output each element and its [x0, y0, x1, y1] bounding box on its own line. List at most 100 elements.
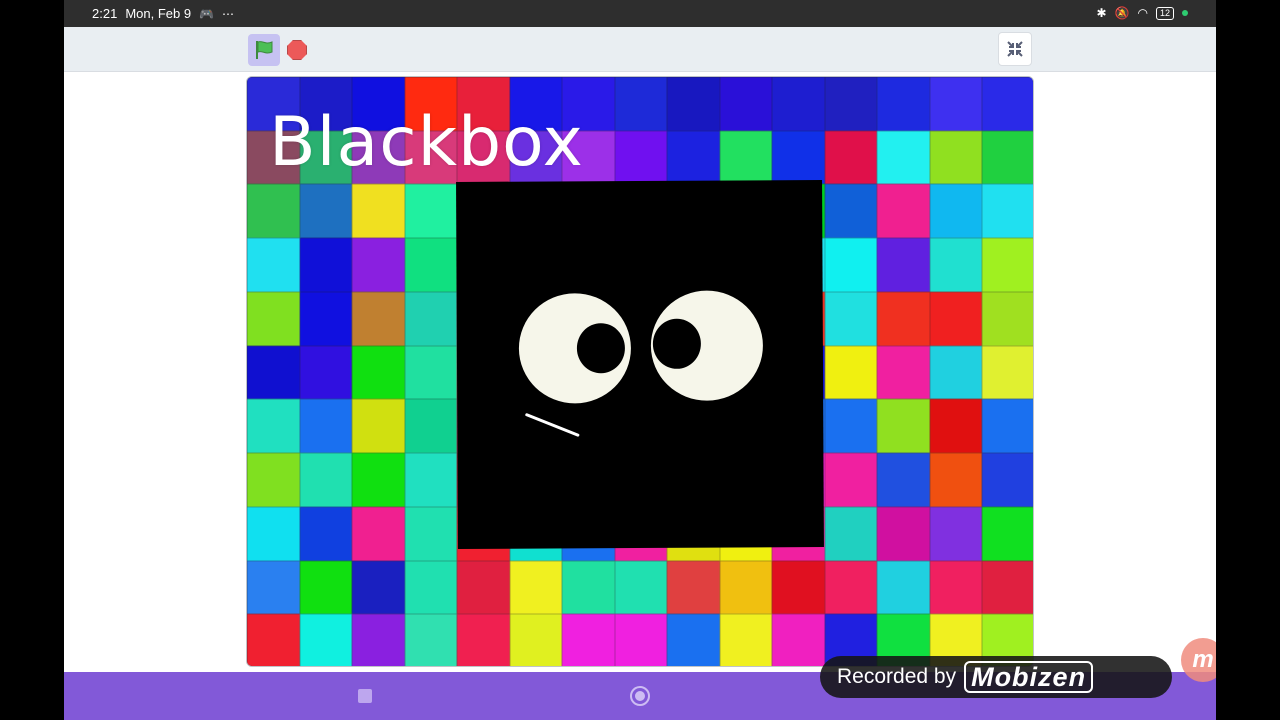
- mosaic-tile: [247, 399, 300, 454]
- mosaic-tile: [247, 453, 300, 507]
- mosaic-tile: [457, 614, 510, 666]
- mosaic-tile: [404, 345, 458, 400]
- mosaic-tile: [719, 560, 773, 615]
- mosaic-tile: [299, 453, 353, 507]
- mosaic-tile: [719, 130, 773, 185]
- mosaic-tile: [614, 560, 668, 615]
- mosaic-tile: [299, 184, 353, 239]
- mosaic-tile: [824, 130, 878, 185]
- mosaic-tile: [929, 399, 983, 454]
- mosaic-tile: [509, 560, 563, 615]
- mosaic-tile: [877, 184, 930, 239]
- mosaic-tile: [929, 291, 983, 346]
- mosaic-tile: [772, 130, 825, 185]
- mosaic-tile: [352, 399, 405, 454]
- mute-bell-icon: 🔕: [1114, 6, 1130, 20]
- mosaic-tile: [824, 291, 878, 346]
- mosaic-tile: [929, 453, 983, 507]
- mosaic-tile: [614, 614, 668, 666]
- green-flag-button[interactable]: [248, 34, 280, 66]
- mosaic-tile: [299, 614, 353, 666]
- exit-fullscreen-button[interactable]: [998, 32, 1032, 66]
- bluetooth-icon: ✱: [1096, 6, 1107, 20]
- privacy-indicator-icon: [1182, 10, 1188, 16]
- mosaic-tile: [352, 238, 405, 292]
- mosaic-tile: [247, 184, 300, 239]
- mosaic-tile: [982, 130, 1033, 185]
- mosaic-tile: [982, 399, 1033, 454]
- mosaic-tile: [982, 560, 1033, 615]
- mosaic-tile: [877, 399, 930, 454]
- mosaic-tile: [824, 453, 878, 507]
- green-flag-icon: [256, 41, 273, 59]
- mosaic-tile: [929, 506, 983, 561]
- watermark-text: Recorded by: [837, 665, 957, 688]
- mosaic-tile: [824, 345, 878, 400]
- mosaic-tile: [929, 77, 983, 131]
- right-pupil: [652, 318, 702, 369]
- mosaic-tile: [982, 238, 1033, 292]
- project-stage[interactable]: Blackbox: [246, 76, 1034, 667]
- right-eye: [650, 290, 764, 401]
- mosaic-tile: [404, 560, 458, 615]
- mobizen-logo: Mobizen: [964, 661, 1094, 693]
- recording-watermark: Recorded by Mobizen: [820, 656, 1172, 698]
- mosaic-tile: [929, 130, 983, 185]
- mosaic-tile: [299, 291, 353, 346]
- mosaic-tile: [877, 77, 930, 131]
- mosaic-tile: [247, 238, 300, 292]
- mosaic-tile: [824, 560, 878, 615]
- mosaic-tile: [352, 291, 405, 346]
- mosaic-tile: [352, 506, 405, 561]
- left-pupil: [576, 323, 626, 374]
- scratch-toolbar: [64, 27, 1216, 72]
- mosaic-tile: [667, 560, 720, 615]
- mosaic-tile: [719, 77, 773, 131]
- mosaic-tile: [772, 614, 825, 666]
- mosaic-tile: [299, 560, 353, 615]
- mosaic-tile: [299, 345, 353, 400]
- mosaic-tile: [509, 614, 563, 666]
- mosaic-tile: [982, 291, 1033, 346]
- mosaic-tile: [247, 506, 300, 561]
- mosaic-tile: [877, 345, 930, 400]
- mosaic-tile: [352, 453, 405, 507]
- left-eye: [518, 293, 632, 404]
- mosaic-tile: [877, 453, 930, 507]
- mosaic-tile: [877, 130, 930, 185]
- mosaic-tile: [299, 399, 353, 454]
- mosaic-tile: [404, 184, 458, 239]
- mosaic-tile: [824, 184, 878, 239]
- device-screen: 2:21 Mon, Feb 9 🎮 ⋯ ✱ 🔕 ◠ 12 Blackbox Re…: [64, 0, 1216, 720]
- battery-icon: 12: [1155, 6, 1174, 20]
- mosaic-tile: [877, 560, 930, 615]
- mosaic-tile: [929, 238, 983, 292]
- mosaic-tile: [247, 291, 300, 346]
- wifi-icon: ◠: [1137, 6, 1148, 20]
- blackbox-character: [456, 180, 824, 549]
- stop-button[interactable]: [285, 38, 309, 62]
- mosaic-tile: [352, 614, 405, 666]
- home-button[interactable]: [630, 686, 650, 706]
- mosaic-tile: [982, 184, 1033, 239]
- mosaic-tile: [562, 560, 615, 615]
- mosaic-tile: [562, 614, 615, 666]
- stop-sign-icon: [287, 40, 307, 60]
- mosaic-tile: [404, 238, 458, 292]
- mosaic-tile: [352, 560, 405, 615]
- mosaic-tile: [457, 560, 510, 615]
- mosaic-tile: [247, 345, 300, 400]
- more-dots-icon: ⋯: [222, 6, 235, 21]
- mosaic-tile: [404, 506, 458, 561]
- recents-button[interactable]: [358, 689, 372, 703]
- stage-title-text: Blackbox: [269, 103, 584, 182]
- mosaic-tile: [877, 291, 930, 346]
- mosaic-tile: [299, 238, 353, 292]
- mosaic-tile: [772, 77, 825, 131]
- mosaic-tile: [824, 238, 878, 292]
- mosaic-tile: [352, 184, 405, 239]
- mosaic-tile: [404, 453, 458, 507]
- mosaic-tile: [877, 506, 930, 561]
- mosaic-tile: [824, 399, 878, 454]
- mosaic-tile: [247, 614, 300, 666]
